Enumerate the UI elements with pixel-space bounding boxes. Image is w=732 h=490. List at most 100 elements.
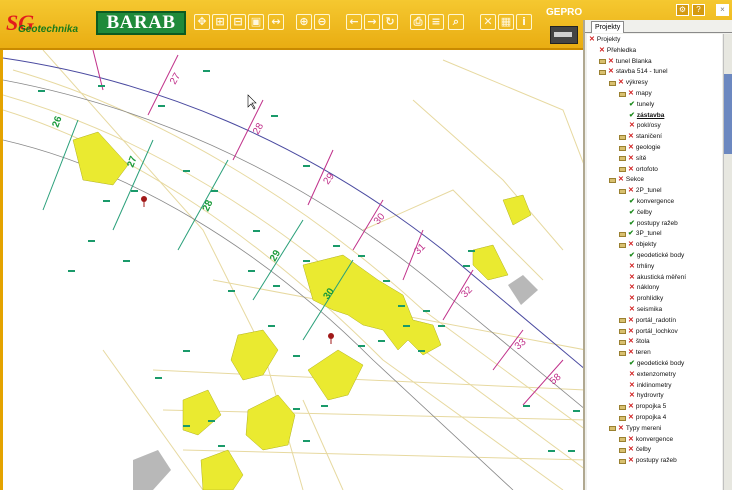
cross-icon[interactable]: ✕	[629, 294, 635, 304]
map-pin-icon[interactable]	[328, 333, 334, 344]
tree-item[interactable]: ✕ mapy	[619, 89, 652, 99]
check-icon[interactable]: ✔	[629, 251, 635, 261]
check-icon[interactable]: ✔	[629, 197, 635, 207]
tree-item[interactable]: ✕ čelby	[619, 445, 651, 455]
tree-item[interactable]: ✕ teren	[619, 348, 651, 358]
scrollbar-thumb[interactable]	[724, 74, 732, 154]
tree-item[interactable]: ✔ zástavba	[629, 111, 664, 121]
tree-item[interactable]: ✕ sítě	[619, 154, 646, 164]
cross-icon[interactable]: ✕	[629, 370, 635, 380]
tree-item[interactable]: ✕ postupy ražeb	[619, 456, 677, 466]
cross-icon[interactable]: ✕	[629, 283, 635, 293]
tree-item[interactable]: ✕ stavba 514 - tunel	[599, 67, 668, 77]
cross-icon[interactable]: ✕	[618, 175, 624, 185]
cross-icon[interactable]: ✕	[629, 305, 635, 315]
tree-item[interactable]: ✕ hydrovrty	[629, 391, 664, 401]
tree-item[interactable]: ✕ geologie	[619, 143, 660, 153]
cross-icon[interactable]: ✕	[628, 413, 634, 423]
map-view[interactable]: 26 27 28 29 30 27 28 29 30 31 32 33 58	[0, 50, 583, 490]
check-icon[interactable]: ✔	[629, 100, 635, 110]
measure-icon[interactable]: ↔	[268, 14, 284, 30]
tree-item[interactable]: ✕ náklony	[629, 283, 659, 293]
tree-item[interactable]: ✕ Typy mereni	[609, 424, 661, 434]
cross-icon[interactable]: ✕	[628, 89, 634, 99]
cross-icon[interactable]: ✕	[628, 402, 634, 412]
cross-icon[interactable]: ✕	[628, 165, 634, 175]
tree-item[interactable]: ✔ konvergence	[629, 197, 674, 207]
tree-item[interactable]: ✔ postupy ražeb	[629, 219, 678, 229]
tree-item[interactable]: ✕ prohlídky	[629, 294, 663, 304]
info-icon[interactable]: i	[516, 14, 532, 30]
tree-item[interactable]: ✕ seismika	[629, 305, 662, 315]
tree-item[interactable]: ✕ Projekty	[589, 35, 620, 45]
cross-icon[interactable]: ✕	[608, 67, 614, 77]
help-icon[interactable]: ?	[692, 4, 705, 16]
tree-item[interactable]: ✕ propojka 4	[619, 413, 666, 423]
tree-item[interactable]: ✕ konvergence	[619, 435, 673, 445]
tree-item[interactable]: ✕ pokl/osy	[629, 121, 661, 131]
tree-item[interactable]: ✕ Sekce	[609, 175, 644, 185]
print-icon[interactable]: ⎙	[410, 14, 426, 30]
tab-projekty[interactable]: Projekty	[591, 21, 625, 33]
check-icon[interactable]: ✔	[629, 208, 635, 218]
tree-item[interactable]: ✔ 3P_tunel	[619, 229, 662, 239]
zoom-in-icon[interactable]: ⊕	[296, 14, 312, 30]
cross-icon[interactable]: ✕	[628, 445, 634, 455]
tree-item[interactable]: ✕ štola	[619, 337, 650, 347]
zoom-in-area-icon[interactable]: ⊞	[212, 14, 228, 30]
tree-item[interactable]: ✔ čelby	[629, 208, 652, 218]
cross-icon[interactable]: ✕	[629, 262, 635, 272]
check-icon[interactable]: ✔	[629, 359, 635, 369]
map-pin-icon[interactable]	[141, 196, 147, 207]
tree-item[interactable]: ✕ akustická měření	[629, 273, 686, 283]
tree-item[interactable]: ✕ portál_lochkov	[619, 327, 678, 337]
cross-icon[interactable]: ✕	[629, 273, 635, 283]
cross-icon[interactable]: ✕	[628, 240, 634, 250]
table-icon[interactable]: ▦	[498, 14, 514, 30]
forward-icon[interactable]: →	[364, 14, 380, 30]
close-icon[interactable]: ×	[716, 4, 729, 16]
cross-icon[interactable]: ✕	[628, 154, 634, 164]
tree-item[interactable]: ✕ objekty	[619, 240, 656, 250]
refresh-icon[interactable]: ↻	[382, 14, 398, 30]
tree-item[interactable]: ✔ tunely	[629, 100, 654, 110]
cross-icon[interactable]: ✕	[629, 391, 635, 401]
tree-item[interactable]: ✕ Přehledka	[599, 46, 636, 56]
layers-icon[interactable]: ≡	[428, 14, 444, 30]
cross-icon[interactable]: ✕	[628, 456, 634, 466]
cross-icon[interactable]: ✕	[628, 143, 634, 153]
cross-icon[interactable]: ✕	[628, 435, 634, 445]
back-icon[interactable]: ←	[346, 14, 362, 30]
cross-icon[interactable]: ✕	[618, 424, 624, 434]
tree-scrollbar[interactable]	[723, 34, 732, 490]
cross-icon[interactable]: ✕	[628, 327, 634, 337]
cross-icon[interactable]: ✕	[599, 46, 605, 56]
check-icon[interactable]: ✔	[628, 229, 634, 239]
cross-icon[interactable]: ✕	[629, 381, 635, 391]
cross-icon[interactable]: ✕	[628, 186, 634, 196]
check-icon[interactable]: ✔	[629, 111, 635, 121]
pan-icon[interactable]: ✥	[194, 14, 210, 30]
map-canvas[interactable]: 26 27 28 29 30 27 28 29 30 31 32 33 58	[3, 50, 583, 490]
cross-icon[interactable]: ✕	[629, 121, 635, 131]
zoom-out-area-icon[interactable]: ⊟	[230, 14, 246, 30]
tree-item[interactable]: ✕ 2P_tunel	[619, 186, 662, 196]
tree-item[interactable]: ✕ portál_radotín	[619, 316, 676, 326]
cross-icon[interactable]: ✕	[608, 57, 614, 67]
tree-item[interactable]: ✕ propojka 5	[619, 402, 666, 412]
check-icon[interactable]: ✔	[629, 219, 635, 229]
tree-item[interactable]: ✔ geodetické body	[629, 359, 684, 369]
tree-item[interactable]: ✕ extenzometry	[629, 370, 676, 380]
zoom-window-icon[interactable]: ▣	[248, 14, 264, 30]
tree-item[interactable]: ✕ inklinometry	[629, 381, 672, 391]
cross-icon[interactable]: ✕	[628, 316, 634, 326]
zoom-out-icon[interactable]: ⊖	[314, 14, 330, 30]
tree-item[interactable]: ✔ geodetické body	[629, 251, 684, 261]
settings-icon[interactable]: ⚙	[676, 4, 689, 16]
cross-icon[interactable]: ✕	[628, 132, 634, 142]
select-icon[interactable]: ✕	[480, 14, 496, 30]
cross-icon[interactable]: ✕	[628, 337, 634, 347]
cross-icon[interactable]: ✕	[628, 348, 634, 358]
search-icon[interactable]: ⌕	[448, 14, 464, 30]
tree-item[interactable]: ✕ tunel Blanka	[599, 57, 652, 67]
